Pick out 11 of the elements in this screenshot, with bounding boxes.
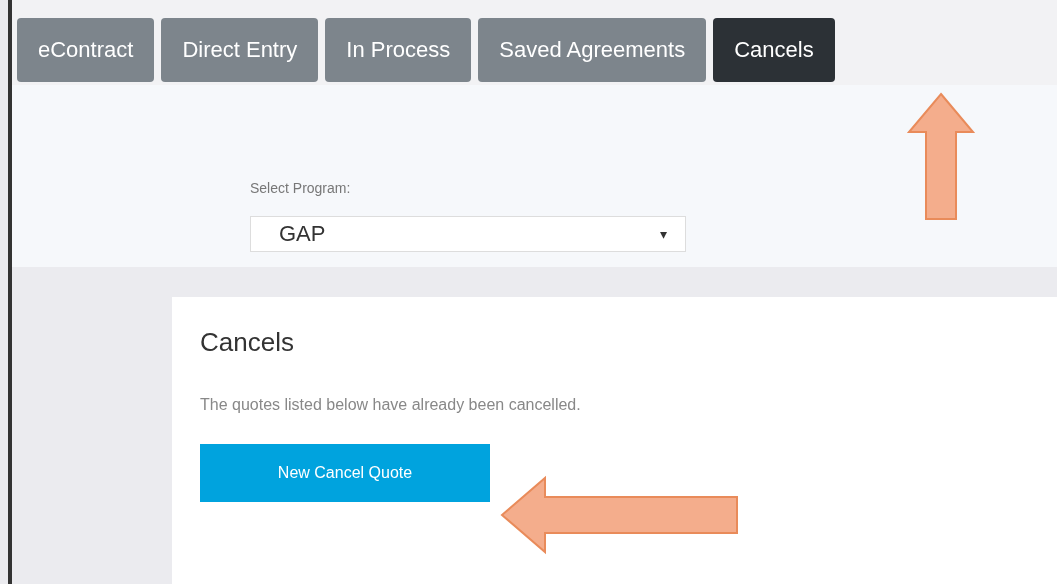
card-message: The quotes listed below have already been cancelled.	[200, 396, 582, 414]
tab[interactable]: Cancels	[713, 18, 835, 82]
tab[interactable]: Direct Entry	[161, 18, 319, 82]
tab[interactable]: Saved Agreements	[478, 18, 707, 82]
field-label: Select Program:	[250, 180, 352, 196]
tab[interactable]: eContract	[17, 18, 155, 82]
tab[interactable]: In Process	[325, 18, 472, 82]
card-title: Cancels	[200, 327, 295, 358]
program-dropdown[interactable]: GAP ▾	[250, 216, 686, 252]
caret-icon: ▾	[660, 226, 667, 242]
new-cancel-quote-button[interactable]: New Cancel Quote	[200, 444, 490, 502]
